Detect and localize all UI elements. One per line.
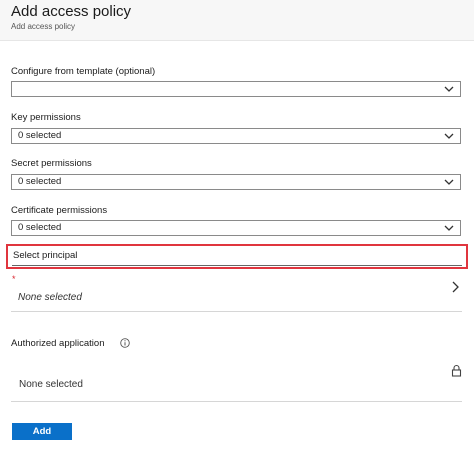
template-label: Configure from template (optional) — [11, 66, 156, 77]
lock-icon — [451, 364, 462, 377]
chevron-down-icon — [444, 225, 454, 231]
page-title: Add access policy — [11, 3, 132, 20]
principal-divider — [11, 311, 462, 312]
chevron-right-icon[interactable] — [451, 281, 460, 293]
key-permissions-dropdown[interactable]: 0 selected — [11, 128, 461, 144]
breadcrumb: Add access policy — [11, 22, 76, 31]
key-permissions-value: 0 selected — [18, 130, 62, 141]
template-dropdown[interactable] — [11, 81, 461, 97]
required-marker: * — [12, 274, 16, 284]
certificate-permissions-value: 0 selected — [18, 222, 62, 233]
secret-permissions-dropdown[interactable]: 0 selected — [11, 174, 461, 190]
chevron-down-icon — [444, 133, 454, 139]
authorized-application-label: Authorized application — [11, 338, 105, 349]
principal-value: None selected — [18, 292, 82, 303]
application-divider — [11, 401, 462, 402]
add-button[interactable]: Add — [12, 423, 72, 440]
select-principal-highlight: Select principal — [6, 244, 468, 269]
blade-header: Add access policy Add access policy — [0, 0, 474, 40]
secret-permissions-label: Secret permissions — [11, 158, 92, 169]
key-permissions-label: Key permissions — [11, 112, 81, 123]
authorized-application-value: None selected — [19, 379, 83, 390]
certificate-permissions-label: Certificate permissions — [11, 205, 108, 216]
secret-permissions-value: 0 selected — [18, 176, 62, 187]
principal-underline — [12, 265, 462, 266]
chevron-down-icon — [444, 179, 454, 185]
select-principal-label: Select principal — [13, 250, 78, 261]
chevron-down-icon — [444, 86, 454, 92]
info-icon[interactable] — [120, 338, 130, 348]
certificate-permissions-dropdown[interactable]: 0 selected — [11, 220, 461, 236]
